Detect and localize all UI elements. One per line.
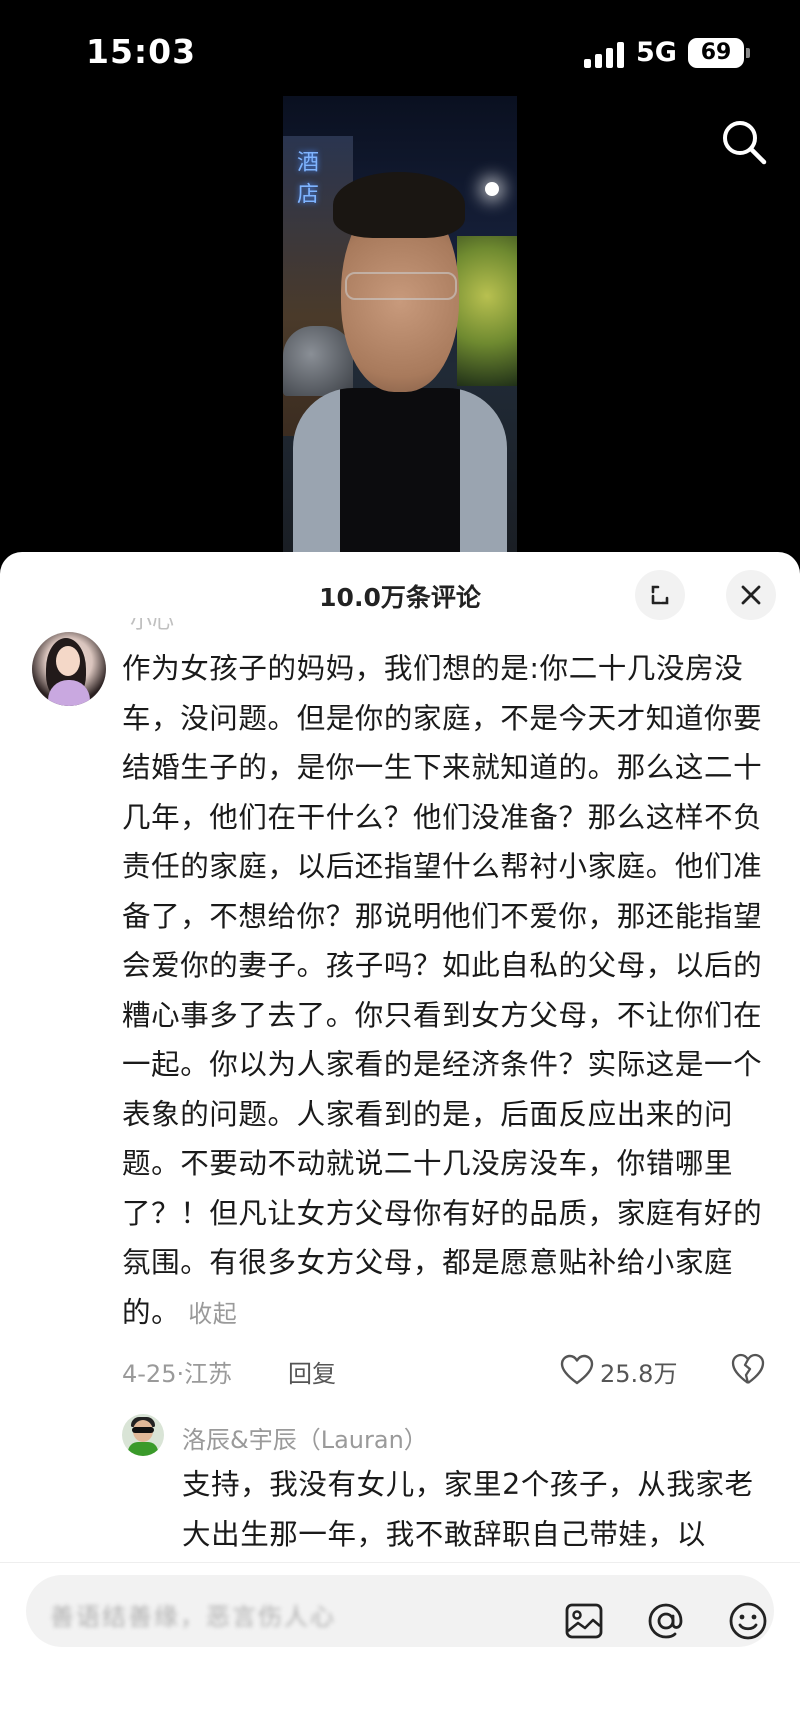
comment-input-bar: 善语结善缘，恶言伤人心 <box>0 1562 800 1731</box>
reply-avatar[interactable] <box>122 1414 164 1456</box>
video-person-body <box>293 388 507 552</box>
video-person-hair <box>333 172 465 238</box>
close-icon <box>741 585 761 605</box>
video-tree <box>457 236 517 386</box>
comments-sheet: 10.0万条评论 小心 作为女孩子的妈妈，我们想的是:你二十几没房没车，没问题。… <box>0 552 800 1731</box>
emoji-icon[interactable] <box>726 1599 770 1643</box>
video-light <box>485 182 499 196</box>
video-person-glasses <box>345 272 457 300</box>
close-button[interactable] <box>726 570 776 620</box>
avatar[interactable] <box>32 632 106 706</box>
video-car <box>283 326 353 396</box>
comment-meta: 4-25·江苏 <box>122 1360 233 1388</box>
comment-input[interactable]: 善语结善缘，恶言伤人心 <box>26 1575 774 1647</box>
video-player[interactable]: 酒店 <box>283 96 517 552</box>
image-icon[interactable] <box>562 1599 606 1643</box>
reply-username[interactable]: 洛辰&宇辰（Lauran） <box>182 1420 428 1455</box>
reply-text[interactable]: 支持，我没有女儿，家里2个孩子，从我家老大出生那一年，我不敢辞职自己带娃，以 <box>182 1460 762 1559</box>
reply-button[interactable]: 回复 <box>288 1354 336 1389</box>
comment-text[interactable]: 作为女孩子的妈妈，我们想的是:你二十几没房没车，没问题。但是你的家庭，不是今天才… <box>122 644 772 1339</box>
comment-username[interactable]: 小心 <box>130 618 174 632</box>
collapse-button[interactable]: 收起 <box>188 1300 237 1328</box>
status-time: 15:03 <box>86 32 197 71</box>
battery-icon: 69 <box>688 38 750 68</box>
broken-heart-icon[interactable] <box>730 1352 766 1386</box>
expand-button[interactable] <box>635 570 685 620</box>
network-type: 5G <box>636 37 677 68</box>
search-icon[interactable] <box>718 116 770 168</box>
expand-icon <box>651 585 669 605</box>
heart-icon[interactable] <box>560 1354 594 1386</box>
status-bar: 15:03 5G 69 <box>0 0 800 110</box>
video-sign: 酒店 <box>293 150 318 214</box>
at-icon[interactable] <box>644 1599 688 1643</box>
comment-body: 作为女孩子的妈妈，我们想的是:你二十几没房没车，没问题。但是你的家庭，不是今天才… <box>122 652 763 1329</box>
comment-input-placeholder: 善语结善缘，恶言伤人心 <box>50 1603 336 1631</box>
signal-icon <box>584 40 626 68</box>
like-count: 25.8万 <box>600 1360 678 1388</box>
